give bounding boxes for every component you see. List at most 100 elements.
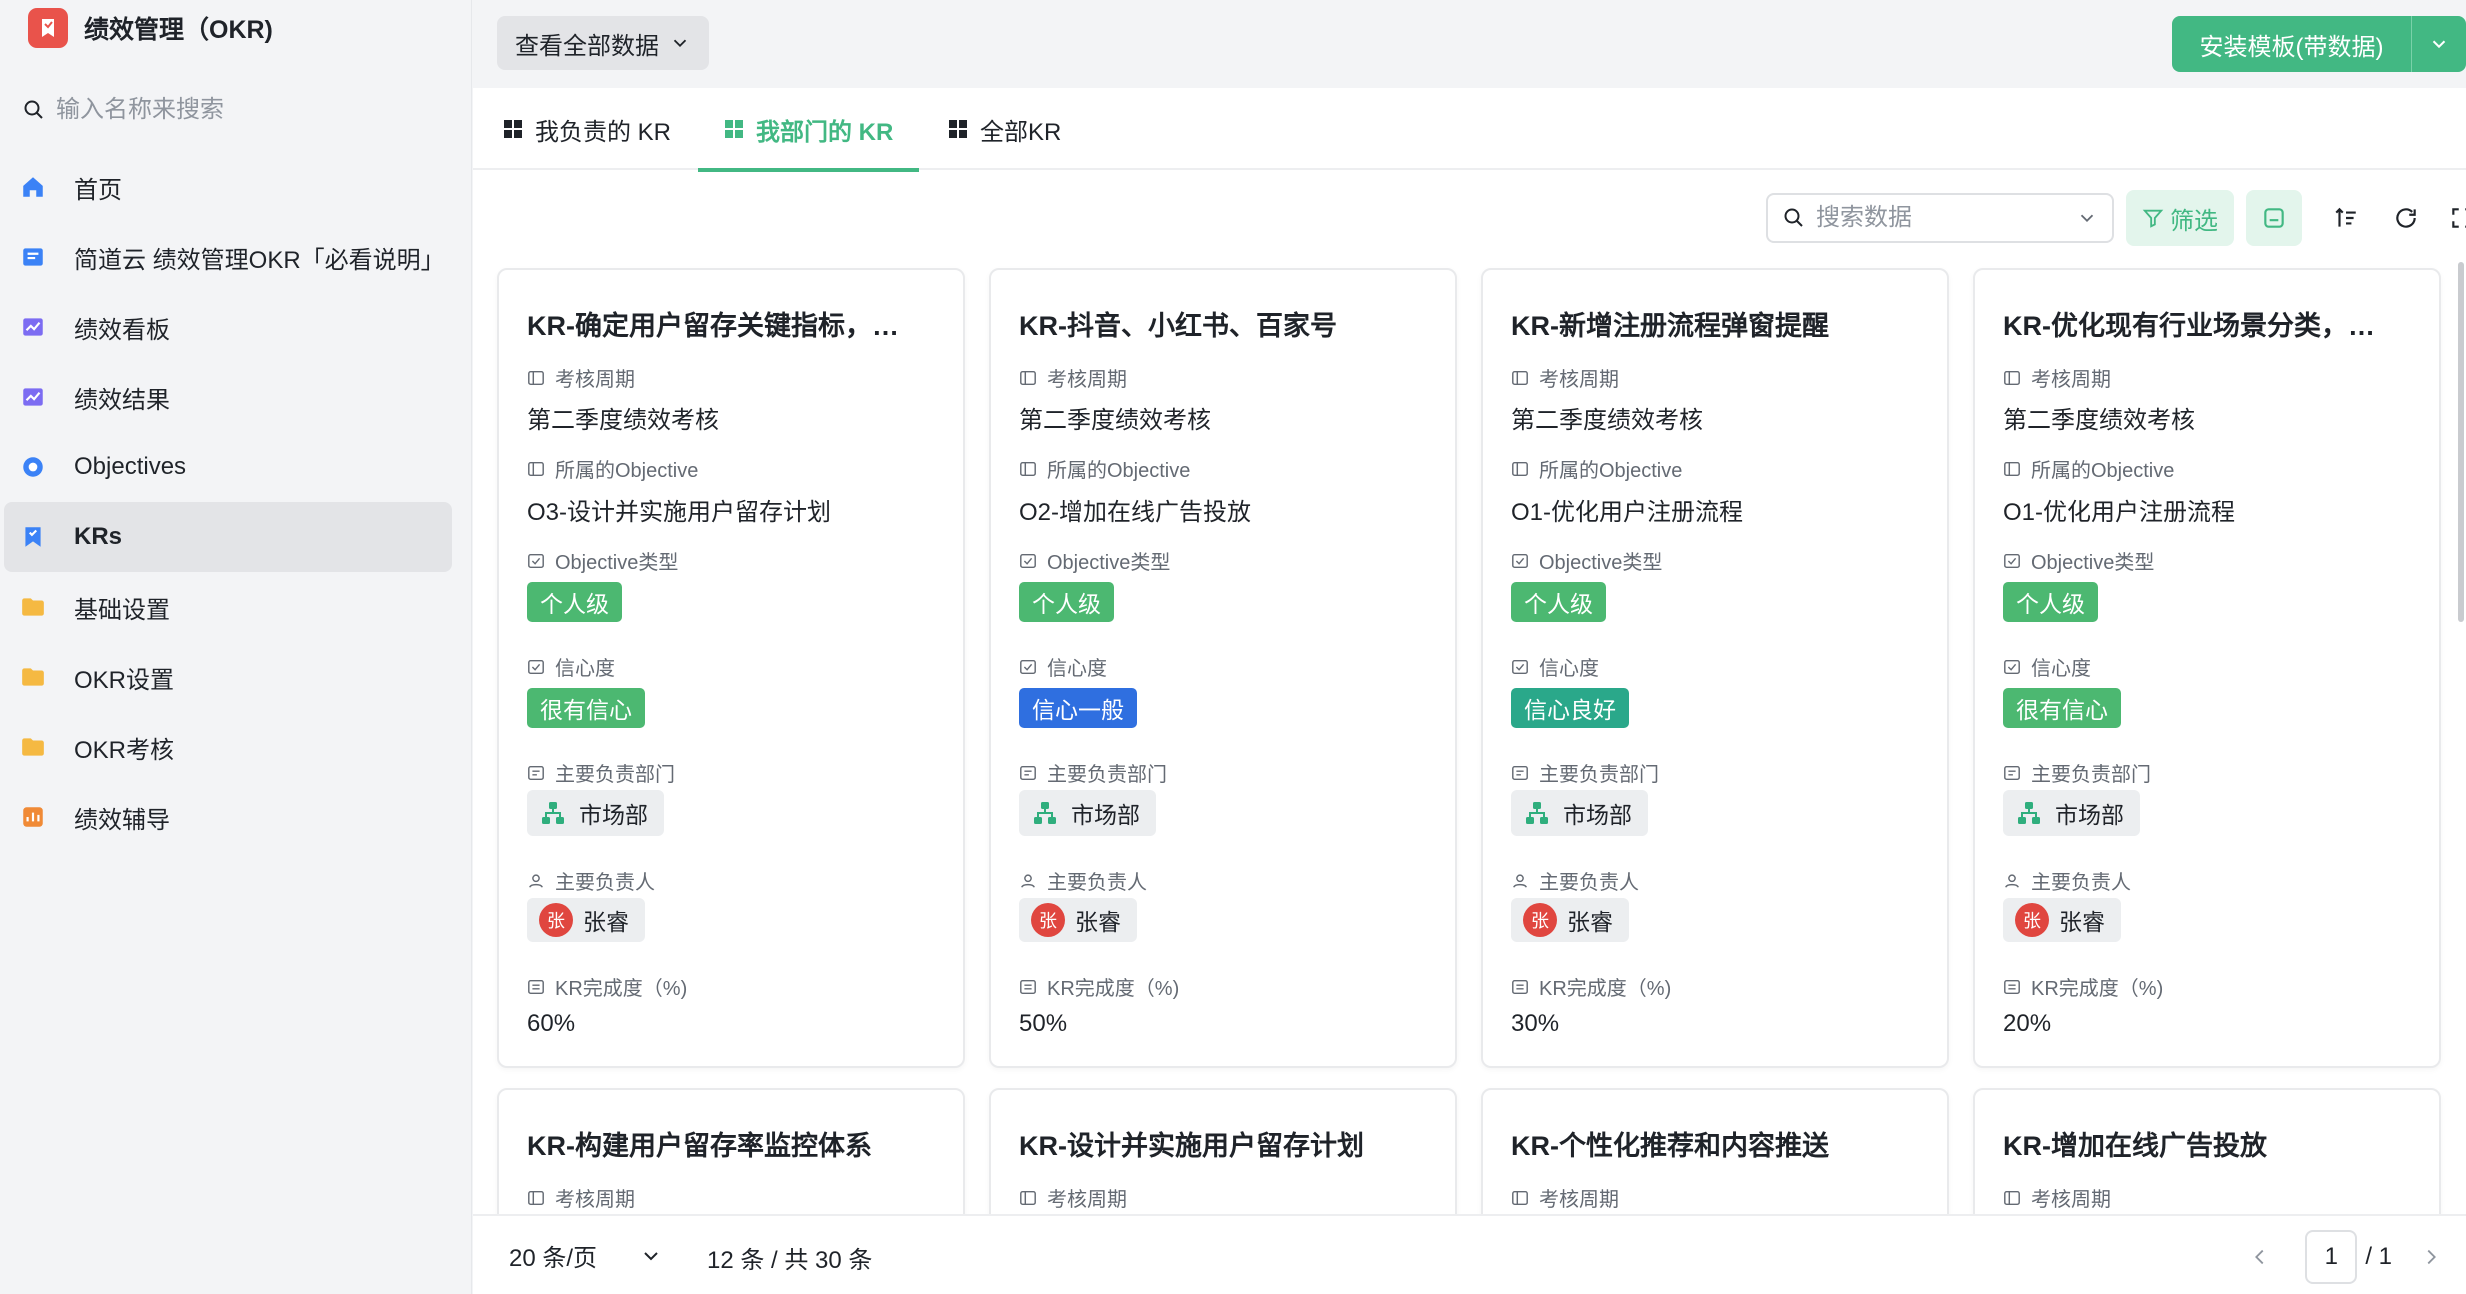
field-label-text: 主要负责部门 [2031, 764, 2151, 786]
field-icon [2005, 873, 2019, 888]
sidebar-item-home[interactable]: 首页 [4, 152, 452, 222]
field-label-objective-type: Objective类型 [527, 546, 678, 575]
field-label-text: 主要负责人 [555, 872, 655, 894]
field-label-text: 主要负责人 [2031, 872, 2131, 894]
sidebar-item-label: 绩效看板 [74, 316, 170, 344]
field-icon [2004, 979, 2020, 994]
filter-button[interactable]: 筛选 [2126, 190, 2234, 246]
data-search-box[interactable] [1766, 193, 2114, 243]
field-label-text: 考核周期 [2031, 369, 2111, 391]
department-chip: 市场部 [1019, 790, 1156, 836]
filter-label: 筛选 [2170, 207, 2218, 235]
sidebar-item-objectives[interactable]: Objectives [4, 432, 452, 502]
department-chip: 市场部 [2003, 790, 2140, 836]
field-label-progress: KR完成度（%) [1511, 972, 1671, 1001]
sidebar-item-guide[interactable]: 简道云 绩效管理OKR「必看说明」 [4, 222, 452, 292]
owner-name: 张睿 [1567, 909, 1613, 935]
refresh-icon[interactable] [2390, 202, 2422, 234]
kr-card[interactable]: KR-构建用户留存率监控体系 考核周期 [497, 1088, 965, 1214]
vertical-scrollbar[interactable] [2458, 262, 2464, 622]
install-template-button[interactable]: 安装模板(带数据) [2172, 16, 2412, 72]
field-label-text: 信心度 [555, 658, 615, 680]
sidebar-item-okr-review[interactable]: OKR考核 [4, 712, 452, 782]
field-icon [1020, 370, 1036, 385]
next-page-icon[interactable] [2416, 1242, 2446, 1272]
kr-card[interactable]: KR-确定用户留存关键指标，… 考核周期 第二季度绩效考核 所属的Objecti… [497, 268, 965, 1068]
field-icon [1512, 553, 1528, 568]
sidebar-item-okr-settings[interactable]: OKR设置 [4, 642, 452, 712]
document-icon [18, 242, 48, 272]
field-label-owner: 主要负责人 [2003, 866, 2131, 895]
kr-card[interactable]: KR-新增注册流程弹窗提醒 考核周期 第二季度绩效考核 所属的Objective… [1481, 268, 1949, 1068]
dashboard-chart-icon [18, 382, 48, 412]
sidebar-item-krs[interactable]: KRs [4, 502, 452, 572]
app-header: 绩效管理（OKR) [28, 6, 273, 50]
view-tabs: 我负责的 KR 我部门的 KR 全部KR [473, 88, 2466, 172]
field-icon [528, 1190, 544, 1205]
card-view-toggle[interactable] [2246, 190, 2302, 246]
sidebar-item-coaching[interactable]: 绩效辅导 [4, 782, 452, 852]
kr-card[interactable]: KR-增加在线广告投放 考核周期 [1973, 1088, 2441, 1214]
sidebar-item-dashboard[interactable]: 绩效看板 [4, 292, 452, 362]
page-size-label: 20 条/页 [509, 1245, 598, 1272]
field-label-period: 考核周期 [1019, 363, 1127, 392]
kr-card[interactable]: KR-个性化推荐和内容推送 考核周期 [1481, 1088, 1949, 1214]
sidebar-item-results[interactable]: 绩效结果 [4, 362, 452, 432]
confidence-tag: 很有信心 [2003, 688, 2121, 728]
home-icon [18, 172, 48, 202]
field-label-text: 考核周期 [1047, 369, 1127, 391]
current-page-input[interactable] [2305, 1230, 2358, 1284]
chevron-down-icon [644, 1251, 658, 1260]
kr-card[interactable]: KR-优化现有行业场景分类，… 考核周期 第二季度绩效考核 所属的Objecti… [1973, 268, 2441, 1068]
data-search-input[interactable] [1816, 204, 2066, 232]
field-icon [1020, 979, 1036, 994]
chevron-down-icon[interactable] [2076, 207, 2098, 229]
install-options-dropdown[interactable] [2412, 16, 2466, 72]
field-label-period: 考核周期 [1019, 1183, 1127, 1212]
app-title: 绩效管理（OKR) [84, 16, 273, 44]
owner-chip: 张张睿 [2003, 898, 2121, 942]
folder-icon [18, 592, 48, 622]
view-all-data-dropdown[interactable]: 查看全部数据 [497, 16, 709, 70]
page-size-select[interactable]: 20 条/页 [509, 1238, 663, 1273]
owner-name: 张睿 [583, 909, 629, 935]
field-icon [2004, 765, 2020, 780]
folder-icon [18, 662, 48, 692]
sort-icon[interactable] [2330, 202, 2362, 234]
field-icon [1512, 979, 1528, 994]
sidebar-item-label: 简道云 绩效管理OKR「必看说明」 [74, 246, 445, 274]
field-label-text: 信心度 [1047, 658, 1107, 680]
field-label-text: 信心度 [1539, 658, 1599, 680]
field-label-objective: 所属的Objective [527, 454, 698, 483]
sidebar-search-input[interactable] [56, 96, 416, 124]
sidebar-item-basic-settings[interactable]: 基础设置 [4, 572, 452, 642]
field-icon [2004, 553, 2020, 568]
prev-page-icon[interactable] [2245, 1242, 2275, 1272]
avatar: 张 [539, 903, 573, 937]
field-value-period: 第二季度绩效考核 [2003, 407, 2195, 434]
field-value-period: 第二季度绩效考核 [1019, 407, 1211, 434]
field-label-owner: 主要负责人 [1511, 866, 1639, 895]
objective-type-tag: 个人级 [527, 582, 622, 622]
field-icon [529, 873, 543, 888]
field-label-objective: 所属的Objective [1511, 454, 1682, 483]
owner-chip: 张张睿 [1511, 898, 1629, 942]
field-value-progress: 50% [1019, 1010, 1068, 1037]
kr-card[interactable]: KR-设计并实施用户留存计划 考核周期 [989, 1088, 1457, 1214]
chevron-down-icon [673, 39, 687, 48]
field-value-objective: O1-优化用户注册流程 [1511, 499, 1744, 526]
field-label-objective-type: Objective类型 [1511, 546, 1662, 575]
department-name: 市场部 [2055, 802, 2124, 828]
tab-all-kr[interactable]: 全部KR [948, 88, 1061, 170]
field-label-text: KR完成度（%) [1539, 978, 1672, 1000]
org-chart-icon [2018, 802, 2040, 824]
field-label-text: 主要负责部门 [1539, 764, 1659, 786]
sidebar-search[interactable] [22, 90, 442, 130]
field-label-confidence: 信心度 [1511, 652, 1599, 681]
kr-card[interactable]: KR-抖音、小红书、百家号 考核周期 第二季度绩效考核 所属的Objective… [989, 268, 1457, 1068]
tab-my-kr[interactable]: 我负责的 KR [503, 88, 671, 170]
view-all-label: 查看全部数据 [515, 32, 659, 60]
tab-department-kr[interactable]: 我部门的 KR [697, 88, 920, 172]
install-template-label: 安装模板(带数据) [2199, 33, 2384, 61]
fullscreen-icon[interactable] [2446, 202, 2466, 234]
